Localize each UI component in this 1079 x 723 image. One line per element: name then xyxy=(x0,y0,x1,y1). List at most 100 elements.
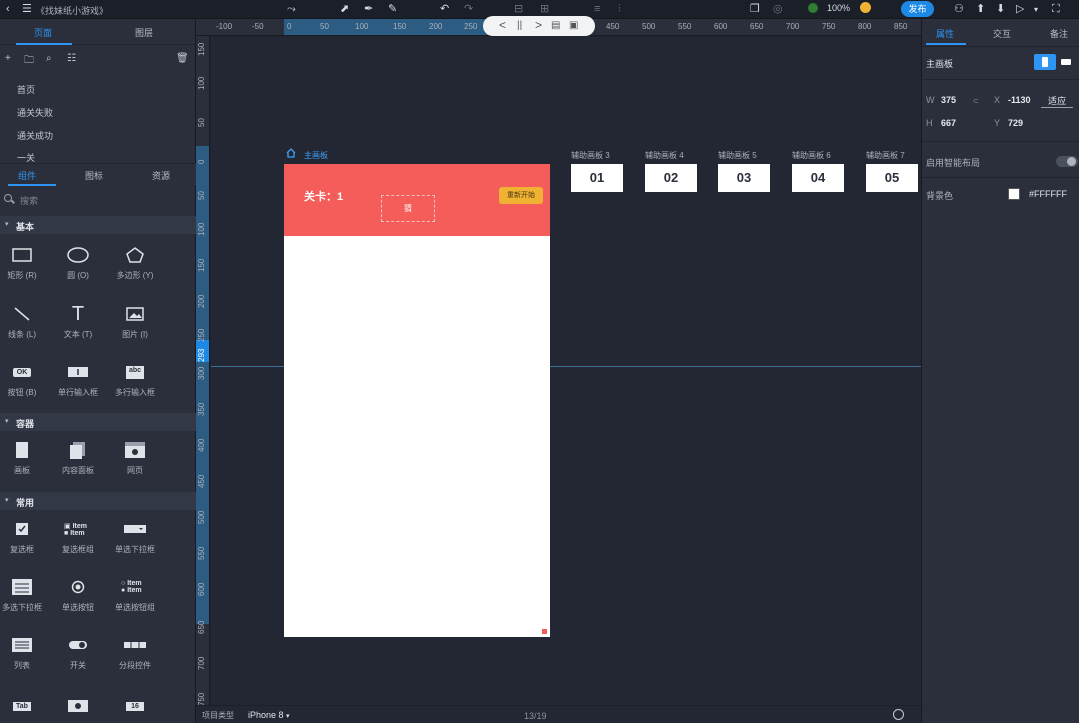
delete-icon[interactable]: 🗑 xyxy=(176,53,189,64)
restart-button[interactable]: 重新开始 xyxy=(499,187,543,204)
aux-board[interactable]: 03 xyxy=(718,164,770,192)
resize-handle[interactable] xyxy=(542,629,547,634)
menu-icon[interactable]: ☰ xyxy=(22,2,32,17)
search-input[interactable]: 搜索 xyxy=(20,194,38,207)
next-button[interactable]: > xyxy=(535,18,542,32)
distribute-v-icon[interactable]: ⫶ xyxy=(618,2,621,17)
download-icon[interactable]: ⬇ xyxy=(996,2,1005,17)
smart-layout-toggle[interactable] xyxy=(1056,156,1078,167)
export-icon[interactable]: ⬈ xyxy=(340,2,349,17)
chevron-down-icon[interactable]: ▾ xyxy=(1034,2,1038,17)
distribute-icon[interactable]: ≡ xyxy=(594,2,600,17)
component-circle[interactable]: 圆 (O) xyxy=(46,242,110,281)
path-icon[interactable]: ⤳ xyxy=(287,2,296,17)
frame-icon[interactable]: ▤ xyxy=(551,20,560,31)
section-basic[interactable]: ▾ 基本 xyxy=(0,216,196,234)
landscape-button[interactable] xyxy=(1056,54,1078,70)
component-radio[interactable]: 单选按钮 xyxy=(46,574,110,613)
width-field[interactable]: 375 xyxy=(941,95,956,105)
section-common[interactable]: ▾ 常用 xyxy=(0,492,196,510)
publish-button[interactable]: 发布 xyxy=(901,1,934,17)
disable-icon[interactable] xyxy=(893,709,904,720)
aux-board-label[interactable]: 辅助画板 7 xyxy=(866,150,905,161)
tab-interaction[interactable]: 交互 xyxy=(993,27,1011,40)
upload-icon[interactable]: ⬆ xyxy=(976,2,985,17)
target-icon[interactable]: ◎ xyxy=(773,2,783,17)
tab-components[interactable]: 组件 xyxy=(18,169,36,182)
y-field[interactable]: 729 xyxy=(1008,118,1023,128)
copy-icon[interactable]: ❐ xyxy=(750,2,760,17)
left-panel: 页面 图层 + 🗀 ⌕ ☷ 🗑 首页 通关失败 通关成功 一关 组件 图标 资源… xyxy=(0,19,196,723)
aux-board[interactable]: 01 xyxy=(571,164,623,192)
portrait-button[interactable] xyxy=(1034,54,1056,70)
tab-icons[interactable]: 图标 xyxy=(85,169,103,182)
game-header[interactable]: 关卡：1 猜 重新开始 xyxy=(284,164,550,236)
main-artboard[interactable]: 关卡：1 猜 重新开始 xyxy=(284,164,550,637)
aux-board-label[interactable]: 辅助画板 4 xyxy=(645,150,684,161)
zoom-plus-icon[interactable] xyxy=(860,2,871,13)
play-icon[interactable]: ▷ xyxy=(1016,2,1024,17)
tab-properties[interactable]: 属性 xyxy=(936,27,954,40)
x-field[interactable]: -1130 xyxy=(1008,95,1031,105)
board-icon xyxy=(16,442,28,458)
component-multi-input[interactable]: abc 多行输入框 xyxy=(103,359,167,398)
list-icon[interactable]: ☷ xyxy=(67,53,76,64)
device-select[interactable]: iPhone 8 ▾ xyxy=(248,710,290,720)
tab-notes[interactable]: 备注 xyxy=(1050,27,1068,40)
aux-board[interactable]: 05 xyxy=(866,164,918,192)
tab-layers[interactable]: 图层 xyxy=(135,26,153,39)
component-image-carousel[interactable] xyxy=(46,693,110,719)
pause-button[interactable]: || xyxy=(517,20,522,31)
pen-icon[interactable]: ✒ xyxy=(364,2,373,17)
back-icon[interactable]: ‹ xyxy=(6,2,10,17)
background-color-swatch[interactable] xyxy=(1008,188,1020,200)
pencil-icon[interactable]: ✎ xyxy=(388,2,397,17)
page-item-fail[interactable]: 通关失败 xyxy=(17,106,53,119)
fit-button[interactable]: 适应 xyxy=(1041,94,1073,108)
component-polygon[interactable]: 多边形 (Y) xyxy=(103,242,167,281)
background-color-value[interactable]: #FFFFFF xyxy=(1029,189,1067,199)
component-image[interactable]: 图片 (I) xyxy=(103,301,167,340)
tab-pages[interactable]: 页面 xyxy=(34,26,52,39)
component-webpage[interactable]: 网页 xyxy=(103,437,167,476)
aux-board-label[interactable]: 辅助画板 6 xyxy=(792,150,831,161)
component-stepper[interactable]: 16 xyxy=(103,693,167,719)
component-segmented[interactable]: 分段控件 xyxy=(103,632,167,671)
design-canvas[interactable]: 主画板 关卡：1 猜 重新开始 辅助画板 3 01 辅助画板 4 02 辅助画板… xyxy=(211,37,921,705)
component-checkbox-group[interactable]: ▣ Item ■ Item 复选框组 xyxy=(46,516,110,555)
save-icon[interactable]: ▣ xyxy=(569,20,578,31)
height-field[interactable]: 667 xyxy=(941,118,956,128)
ruler-tick: 150 xyxy=(393,22,407,31)
ruler-tick: 50 xyxy=(320,22,329,31)
undo-icon[interactable]: ↶ xyxy=(440,2,449,17)
component-switch[interactable]: 开关 xyxy=(46,632,110,671)
page-item-success[interactable]: 通关成功 xyxy=(17,129,53,142)
page-item-home[interactable]: 首页 xyxy=(17,83,35,96)
align-left-icon[interactable]: ⊟ xyxy=(514,2,523,17)
aux-board-label[interactable]: 辅助画板 5 xyxy=(718,150,757,161)
component-text[interactable]: T 文本 (T) xyxy=(46,301,110,340)
add-page-icon[interactable]: + xyxy=(5,53,11,64)
tab-resources[interactable]: 资源 xyxy=(152,169,170,182)
main-board-label[interactable]: 主画板 xyxy=(286,148,328,161)
aux-board[interactable]: 04 xyxy=(792,164,844,192)
zoom-level[interactable]: 100% xyxy=(827,3,850,13)
component-radio-group[interactable]: ○ Item ● Item 单选按钮组 xyxy=(103,574,167,613)
add-folder-icon[interactable]: 🗀 xyxy=(24,53,34,70)
align-center-icon[interactable]: ⊞ xyxy=(540,2,549,17)
aux-board-label[interactable]: 辅助画板 3 xyxy=(571,150,610,161)
component-content-panel[interactable]: 内容面板 xyxy=(46,437,110,476)
redo-icon[interactable]: ↷ xyxy=(464,2,473,17)
team-icon[interactable]: ⚇ xyxy=(954,2,964,17)
level-text[interactable]: 关卡：1 xyxy=(304,188,343,204)
link-icon[interactable]: ⊂ xyxy=(973,97,979,105)
section-container[interactable]: ▾ 容器 xyxy=(0,413,196,431)
search-icon[interactable]: ⌕ xyxy=(46,53,52,64)
component-single-input[interactable]: 单行输入框 xyxy=(46,359,110,398)
prev-button[interactable]: < xyxy=(499,18,506,32)
aux-board[interactable]: 02 xyxy=(645,164,697,192)
component-select[interactable]: 单选下拉框 xyxy=(103,516,167,555)
fullscreen-icon[interactable]: ⛶ xyxy=(1052,2,1060,17)
placeholder-box[interactable]: 猜 xyxy=(381,195,435,222)
component-search[interactable]: 搜索 xyxy=(0,192,196,210)
